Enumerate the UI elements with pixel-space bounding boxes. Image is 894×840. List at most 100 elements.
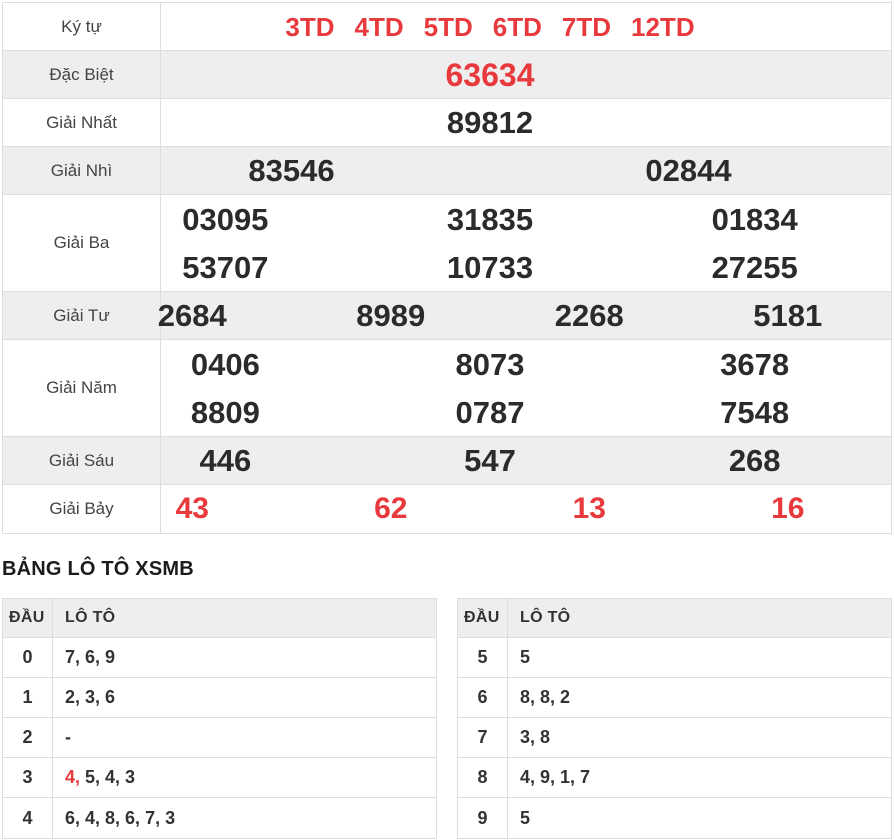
prize-row-giai-ba: Giải Ba 03095 31835 01834 53707 10733 27255 bbox=[3, 195, 891, 292]
prize-value: 4TD bbox=[354, 11, 404, 42]
loto-row-6: 6 8, 8, 2 bbox=[458, 678, 891, 718]
prize-value: 2684 bbox=[157, 298, 227, 333]
loto-values: - bbox=[53, 718, 436, 757]
prize-value: 12TD bbox=[631, 11, 695, 42]
loto-digit: 7, bbox=[145, 807, 166, 828]
loto-dau-value: 1 bbox=[3, 678, 53, 717]
prize-values: 63634 bbox=[93, 51, 887, 98]
prize-value-line: 03095 31835 01834 bbox=[93, 195, 887, 243]
prize-values: 0406 8073 3678 8809 0787 7548 bbox=[93, 340, 887, 436]
loto-values: 2, 3, 6 bbox=[53, 678, 436, 717]
prize-value: 0406 bbox=[190, 346, 260, 382]
loto-header-loto: LÔ TÔ bbox=[65, 609, 116, 626]
loto-dau-value: 6 bbox=[458, 678, 508, 717]
loto-row-2: 2- bbox=[3, 718, 436, 758]
prize-value: 3TD bbox=[285, 11, 335, 42]
loto-header-dau: ĐẦU bbox=[458, 599, 508, 637]
loto-values: 7, 6, 9 bbox=[53, 638, 436, 677]
loto-header-row-left: ĐẦU LÔ TÔ bbox=[3, 599, 436, 638]
loto-digit: 6, bbox=[85, 647, 106, 667]
loto-digit: 6 bbox=[105, 687, 116, 707]
loto-digit: 3, bbox=[85, 687, 106, 707]
prize-value: 89812 bbox=[446, 105, 534, 140]
prize-value: 16 bbox=[771, 492, 805, 525]
loto-row-5: 55 bbox=[458, 638, 891, 678]
loto-digit: 6, bbox=[125, 807, 146, 828]
prize-row-giai-nhat: Giải Nhất 89812 bbox=[3, 99, 891, 147]
prize-value: 7TD bbox=[561, 11, 612, 42]
prize-value: 547 bbox=[464, 443, 516, 478]
loto-dau-value: 5 bbox=[458, 638, 508, 677]
prize-value: 5TD bbox=[423, 11, 473, 42]
prize-values: 83546 02844 bbox=[93, 147, 887, 194]
loto-dau-value: 2 bbox=[3, 718, 53, 757]
prize-values: 2684 8989 2268 5181 bbox=[93, 292, 887, 339]
loto-header-loto: LÔ TÔ bbox=[520, 609, 571, 626]
loto-digit: 7, bbox=[65, 647, 86, 667]
loto-digit: 8, bbox=[520, 687, 541, 707]
loto-digit: 1, bbox=[560, 767, 581, 787]
loto-table-right: ĐẦU LÔ TÔ 5 5 6 8, 8, 2 7 3, 8 8 4, 9, 1, 795 bbox=[457, 598, 892, 839]
prize-value: 0787 bbox=[455, 394, 525, 430]
prize-value-line: 446 547 268 bbox=[93, 437, 887, 484]
loto-values: 6, 4, 8, 6, 7, 3 bbox=[53, 798, 436, 838]
prize-value: 6TD bbox=[492, 11, 542, 42]
loto-dau-value: 0 bbox=[3, 638, 53, 677]
loto-digit: 4, bbox=[85, 807, 106, 828]
prize-value: 8989 bbox=[356, 298, 426, 333]
prize-row-giai-tu: Giải Tư 2684 8989 2268 5181 bbox=[3, 292, 891, 340]
prize-value-line: 2684 8989 2268 5181 bbox=[93, 292, 887, 339]
loto-values: 4, 9, 1, 7 bbox=[508, 758, 891, 797]
loto-digit: 9 bbox=[105, 647, 116, 667]
prize-value-line: 53707 10733 27255 bbox=[93, 243, 887, 291]
loto-row-0: 0 7, 6, 9 bbox=[3, 638, 436, 678]
loto-row-7: 7 3, 8 bbox=[458, 718, 891, 758]
prize-row-ky-tu: Ký tự 3TD 4TD 5TD 6TD 7TD 12TD bbox=[3, 3, 891, 51]
prize-value: 8073 bbox=[455, 346, 525, 382]
loto-digit: 5 bbox=[520, 807, 531, 828]
loto-digit: 3, bbox=[520, 727, 541, 747]
prize-value-line: 43 62 13 16 bbox=[93, 485, 887, 533]
loto-dau-value: 9 bbox=[458, 798, 508, 838]
loto-digit: 8, bbox=[105, 807, 126, 828]
prize-values: 446 547 268 bbox=[93, 437, 887, 484]
loto-row-4: 4 6, 4, 8, 6, 7, 3 bbox=[3, 798, 436, 838]
loto-digit: 4, bbox=[520, 767, 541, 787]
prize-row-giai-bay: Giải Bảy 43 62 13 16 bbox=[3, 485, 891, 533]
prize-table: Ký tự 3TD 4TD 5TD 6TD 7TD 12TD Đặc Biệt 63634 Giả… bbox=[2, 2, 892, 534]
loto-section-title: BẢNG LÔ TÔ XSMB bbox=[2, 558, 194, 580]
prize-row-giai-nhi: Giải Nhì 83546 02844 bbox=[3, 147, 891, 195]
prize-value-line: 0406 8073 3678 bbox=[93, 340, 887, 388]
prize-value: 2268 bbox=[554, 298, 624, 333]
prize-value: 7548 bbox=[720, 394, 790, 430]
prize-row-dac-biet: Đặc Biệt 63634 bbox=[3, 51, 891, 99]
loto-header-dau: ĐẦU bbox=[3, 599, 53, 637]
prize-value-line: 8809 0787 7548 bbox=[93, 388, 887, 436]
prize-row-giai-sau: Giải Sáu 446 547 268 bbox=[3, 437, 891, 485]
loto-values: 4, 5, 4, 3 bbox=[53, 758, 436, 797]
loto-digit: 7 bbox=[580, 767, 591, 787]
loto-digit: 3 bbox=[125, 767, 136, 787]
prize-value: 03095 bbox=[182, 201, 269, 237]
prize-value-line: 63634 bbox=[93, 51, 887, 98]
prize-values: 3TD 4TD 5TD 6TD 7TD 12TD bbox=[93, 3, 887, 50]
loto-digit: 3 bbox=[165, 807, 176, 828]
loto-digit: 2, bbox=[65, 687, 86, 707]
prize-value: 10733 bbox=[446, 249, 534, 285]
loto-row-8: 8 4, 9, 1, 7 bbox=[458, 758, 891, 798]
loto-digit: 9, bbox=[540, 767, 561, 787]
loto-digit: 8, bbox=[540, 687, 561, 707]
prize-value: 5181 bbox=[753, 298, 823, 333]
prize-value: 13 bbox=[572, 492, 606, 525]
prize-value: 27255 bbox=[711, 249, 798, 285]
loto-row-3: 3 4, 5, 4, 3 bbox=[3, 758, 436, 798]
prize-value: 31835 bbox=[446, 201, 534, 237]
prize-value: 43 bbox=[175, 492, 209, 525]
loto-dau-value: 7 bbox=[458, 718, 508, 757]
loto-digit: 8 bbox=[540, 727, 551, 747]
prize-values: 89812 bbox=[93, 99, 887, 146]
prize-value: 446 bbox=[199, 443, 252, 478]
prize-value: 02844 bbox=[645, 153, 732, 188]
prize-value-line: 89812 bbox=[93, 99, 887, 146]
loto-digit: 2 bbox=[560, 687, 571, 707]
